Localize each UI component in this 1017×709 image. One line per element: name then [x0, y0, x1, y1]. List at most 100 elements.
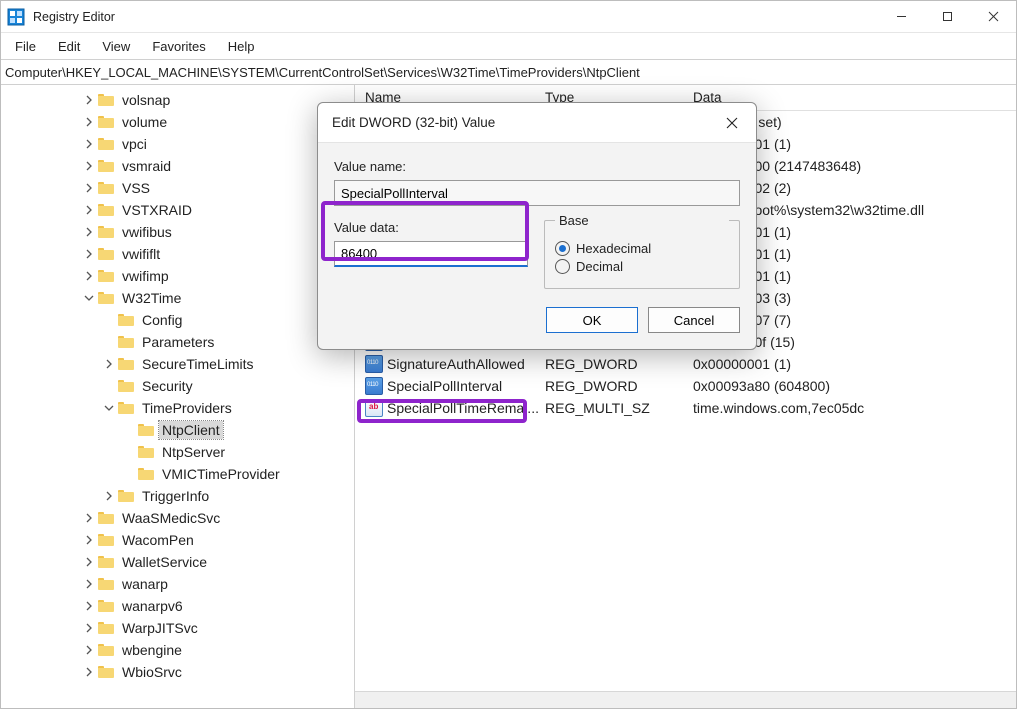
folder-icon — [97, 289, 115, 307]
ok-button[interactable]: OK — [546, 307, 638, 333]
tree-item[interactable]: WaaSMedicSvc — [1, 507, 354, 529]
tree-item[interactable]: W32Time — [1, 287, 354, 309]
tree-item-label: VSTXRAID — [119, 201, 195, 219]
tree-item[interactable]: vpci — [1, 133, 354, 155]
address-bar[interactable]: Computer\HKEY_LOCAL_MACHINE\SYSTEM\Curre… — [1, 59, 1016, 85]
tree-pane[interactable]: volsnap volume vpci vsmraid VSS VSTXRAID vwifi… — [1, 85, 355, 708]
tree-item[interactable]: wanarpv6 — [1, 595, 354, 617]
tree-item[interactable]: volume — [1, 111, 354, 133]
tree-item[interactable]: VSTXRAID — [1, 199, 354, 221]
tree-item[interactable]: Security — [1, 375, 354, 397]
chevron-right-icon[interactable] — [81, 510, 97, 526]
tree-item[interactable]: SecureTimeLimits — [1, 353, 354, 375]
chevron-right-icon[interactable] — [81, 114, 97, 130]
dword-value-icon — [365, 355, 383, 373]
chevron-right-icon[interactable] — [81, 598, 97, 614]
tree-item[interactable]: WarpJITSvc — [1, 617, 354, 639]
chevron-right-icon[interactable] — [81, 576, 97, 592]
menu-file[interactable]: File — [5, 37, 46, 56]
value-data: time.windows.com,7ec05dc — [693, 400, 1016, 416]
folder-icon — [97, 663, 115, 681]
value-data: 0x00093a80 (604800) — [693, 378, 1016, 394]
chevron-right-icon[interactable] — [81, 136, 97, 152]
tree-item[interactable]: vwifibus — [1, 221, 354, 243]
tree-item[interactable]: wanarp — [1, 573, 354, 595]
tree-item-label: vsmraid — [119, 157, 174, 175]
value-data-input[interactable] — [334, 241, 528, 267]
chevron-right-icon[interactable] — [101, 488, 117, 504]
chevron-down-icon[interactable] — [81, 290, 97, 306]
tree-item[interactable]: WbioSrvc — [1, 661, 354, 683]
tree-item[interactable]: VSS — [1, 177, 354, 199]
chevron-right-icon[interactable] — [81, 180, 97, 196]
tree-item[interactable]: vwififlt — [1, 243, 354, 265]
tree-item[interactable]: WalletService — [1, 551, 354, 573]
folder-icon — [117, 311, 135, 329]
menu-edit[interactable]: Edit — [48, 37, 90, 56]
tree-item-label: wanarpv6 — [119, 597, 186, 615]
chevron-right-icon[interactable] — [81, 664, 97, 680]
menu-favorites[interactable]: Favorites — [142, 37, 215, 56]
list-row[interactable]: SpecialPollIntervalREG_DWORD0x00093a80 (… — [355, 375, 1016, 397]
tree-item[interactable]: WacomPen — [1, 529, 354, 551]
tree-item[interactable]: vsmraid — [1, 155, 354, 177]
tree-item-label: NtpClient — [159, 421, 223, 439]
chevron-right-icon[interactable] — [81, 246, 97, 262]
folder-icon — [97, 619, 115, 637]
window-title: Registry Editor — [33, 10, 878, 24]
dialog-close-button[interactable] — [722, 113, 742, 133]
chevron-right-icon[interactable] — [81, 642, 97, 658]
tree-item[interactable]: vwifimp — [1, 265, 354, 287]
chevron-right-icon[interactable] — [81, 532, 97, 548]
folder-icon — [97, 553, 115, 571]
folder-icon — [117, 377, 135, 395]
chevron-right-icon[interactable] — [81, 620, 97, 636]
radio-decimal[interactable]: Decimal — [555, 254, 729, 278]
tree-item[interactable]: VMICTimeProvider — [1, 463, 354, 485]
folder-icon — [97, 597, 115, 615]
chevron-right-icon[interactable] — [81, 202, 97, 218]
folder-icon — [97, 223, 115, 241]
tree-item-label: TimeProviders — [139, 399, 235, 417]
minimize-button[interactable] — [878, 1, 924, 32]
list-row[interactable]: SignatureAuthAllowedREG_DWORD0x00000001 … — [355, 353, 1016, 375]
horizontal-scrollbar[interactable] — [355, 691, 1016, 708]
chevron-down-icon[interactable] — [101, 400, 117, 416]
tree-item[interactable]: wbengine — [1, 639, 354, 661]
tree-item-label: volume — [119, 113, 170, 131]
menubar: File Edit View Favorites Help — [1, 33, 1016, 59]
chevron-right-icon[interactable] — [81, 158, 97, 174]
chevron-right-icon[interactable] — [101, 356, 117, 372]
tree-item-label: Security — [139, 377, 196, 395]
value-data-label: Value data: — [334, 220, 528, 235]
tree-item-label: WbioSrvc — [119, 663, 185, 681]
tree-item-label: volsnap — [119, 91, 173, 109]
folder-icon — [137, 465, 155, 483]
tree-item[interactable]: volsnap — [1, 89, 354, 111]
chevron-right-icon[interactable] — [81, 92, 97, 108]
chevron-right-icon[interactable] — [81, 268, 97, 284]
maximize-button[interactable] — [924, 1, 970, 32]
folder-icon — [97, 245, 115, 263]
close-button[interactable] — [970, 1, 1016, 32]
tree-item[interactable]: Config — [1, 309, 354, 331]
folder-icon — [97, 113, 115, 131]
chevron-right-icon[interactable] — [81, 224, 97, 240]
tree-item-label: Parameters — [139, 333, 217, 351]
tree-item[interactable]: NtpServer — [1, 441, 354, 463]
list-row[interactable]: SpecialPollTimeRemai...REG_MULTI_SZtime.… — [355, 397, 1016, 419]
chevron-right-icon[interactable] — [81, 554, 97, 570]
tree-item-label: wbengine — [119, 641, 185, 659]
tree-item[interactable]: Parameters — [1, 331, 354, 353]
tree-item-label: WacomPen — [119, 531, 197, 549]
cancel-button[interactable]: Cancel — [648, 307, 740, 333]
tree-item[interactable]: NtpClient — [1, 419, 354, 441]
tree-item[interactable]: TimeProviders — [1, 397, 354, 419]
tree-item-label: VMICTimeProvider — [159, 465, 283, 483]
value-type: REG_DWORD — [545, 378, 693, 394]
menu-view[interactable]: View — [92, 37, 140, 56]
string-value-icon — [365, 399, 383, 417]
tree-item[interactable]: TriggerInfo — [1, 485, 354, 507]
window-controls — [878, 1, 1016, 32]
menu-help[interactable]: Help — [218, 37, 265, 56]
